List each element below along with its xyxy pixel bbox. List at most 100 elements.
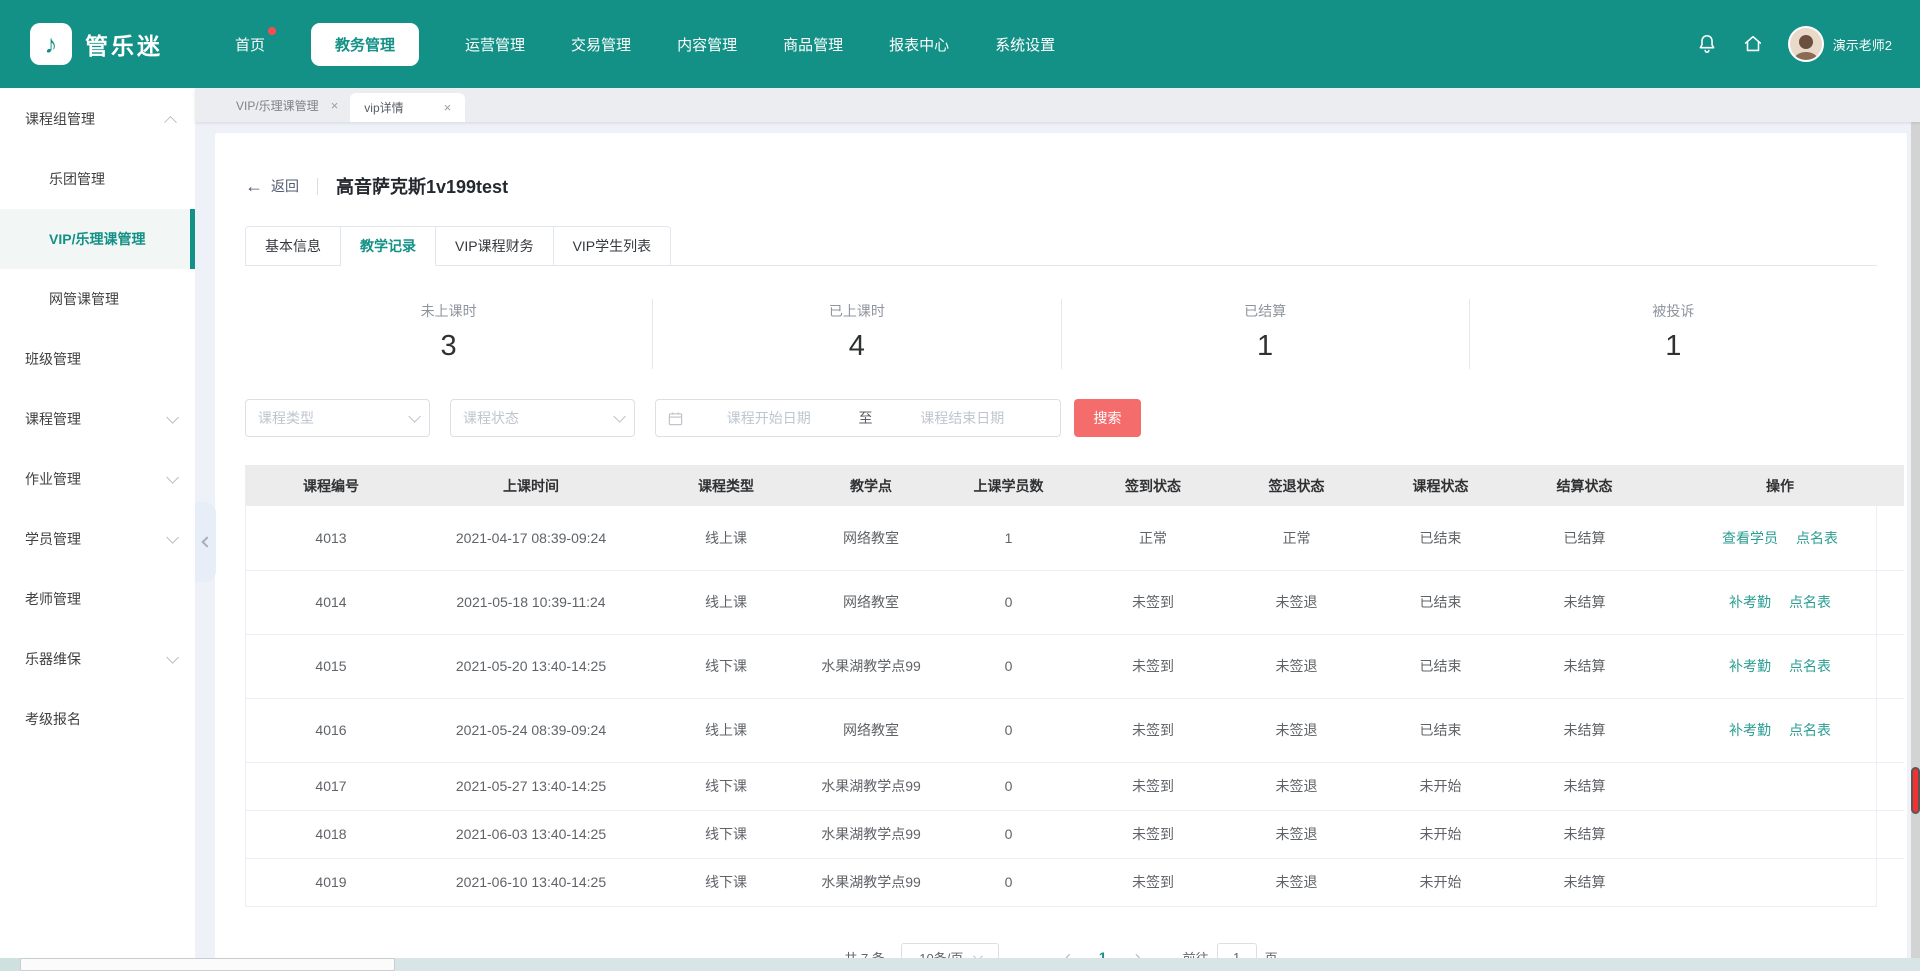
sidebar-item-courses-label: 课程管理 <box>25 409 81 429</box>
roll-call-link[interactable]: 点名表 <box>1789 594 1831 610</box>
cell-status: 已结束 <box>1368 634 1513 698</box>
bell-icon[interactable] <box>1696 33 1718 55</box>
cell-actions <box>1656 810 1904 858</box>
nav-item-home[interactable]: 首页 <box>235 34 265 55</box>
cell-time: 2021-05-18 10:39-11:24 <box>416 570 646 634</box>
cell-checkout: 未签退 <box>1225 570 1368 634</box>
makeup-attendance-link[interactable]: 补考勤 <box>1729 722 1771 738</box>
date-range-picker[interactable]: 课程开始日期 至 课程结束日期 <box>655 399 1061 437</box>
search-button[interactable]: 搜索 <box>1074 399 1141 437</box>
table-row: 40132021-04-17 08:39-09:24线上课网络教室1正常正常已结… <box>246 506 1904 570</box>
stat-value: 3 <box>245 330 652 363</box>
cell-status: 未开始 <box>1368 762 1513 810</box>
vertical-scrollbar-track[interactable] <box>1911 88 1920 958</box>
course-status-select[interactable]: 课程状态 <box>450 399 635 437</box>
cell-time: 2021-06-10 13:40-14:25 <box>416 858 646 906</box>
end-date-placeholder: 课程结束日期 <box>877 408 1049 428</box>
tab-teaching-records[interactable]: 教学记录 <box>341 226 436 266</box>
app-logo[interactable]: ♪ <box>30 23 72 65</box>
table-row: 40182021-06-03 13:40-14:25线下课水果湖教学点990未签… <box>246 810 1904 858</box>
table-row: 40192021-06-10 13:40-14:25线下课水果湖教学点990未签… <box>246 858 1904 906</box>
column-header: 课程编号 <box>246 465 416 506</box>
roll-call-link[interactable]: 点名表 <box>1789 722 1831 738</box>
chevron-down-icon <box>166 411 179 424</box>
sidebar-item-instrument-maintenance[interactable]: 乐器维保 <box>0 629 195 689</box>
notification-dot <box>268 27 276 35</box>
back-button[interactable]: ← 返回 <box>245 176 299 197</box>
nav-item-academic-admin[interactable]: 教务管理 <box>311 23 419 66</box>
cell-actions <box>1656 762 1904 810</box>
sidebar: 课程组管理乐团管理VIP/乐理课管理网管课管理班级管理课程管理作业管理学员管理老… <box>0 88 195 971</box>
vertical-scrollbar-thumb[interactable] <box>1911 767 1920 814</box>
sidebar-item-students[interactable]: 学员管理 <box>0 509 195 569</box>
nav-item-transactions[interactable]: 交易管理 <box>571 34 631 55</box>
sidebar-item-online-admin-course[interactable]: 网管课管理 <box>0 269 195 329</box>
app-shell: 课程组管理乐团管理VIP/乐理课管理网管课管理班级管理课程管理作业管理学员管理老… <box>0 88 1920 971</box>
cell-site: 水果湖教学点99 <box>806 858 936 906</box>
nav-item-content[interactable]: 内容管理 <box>677 34 737 55</box>
nav-item-operations[interactable]: 运营管理 <box>465 34 525 55</box>
user-avatar[interactable] <box>1788 26 1824 62</box>
cell-students: 0 <box>936 858 1081 906</box>
nav-item-transactions-label: 交易管理 <box>571 37 631 54</box>
cell-checkout: 未签退 <box>1225 762 1368 810</box>
window-tab-vip-detail[interactable]: vip详情× <box>350 93 465 122</box>
music-note-icon: ♪ <box>45 31 58 57</box>
tab-vip-students[interactable]: VIP学生列表 <box>554 226 672 266</box>
column-header: 教学点 <box>806 465 936 506</box>
column-header: 上课学员数 <box>936 465 1081 506</box>
horizontal-scrollbar-thumb[interactable] <box>20 958 395 971</box>
sidebar-item-homework[interactable]: 作业管理 <box>0 449 195 509</box>
window-tab-vip-course[interactable]: VIP/乐理课管理× <box>224 88 350 122</box>
chevron-down-icon <box>408 410 421 423</box>
cell-type: 线下课 <box>646 634 806 698</box>
sidebar-item-orchestra[interactable]: 乐团管理 <box>0 149 195 209</box>
sidebar-item-classes[interactable]: 班级管理 <box>0 329 195 389</box>
home-icon[interactable] <box>1742 33 1764 55</box>
nav-item-goods[interactable]: 商品管理 <box>783 34 843 55</box>
sidebar-collapse-handle[interactable] <box>195 502 216 582</box>
tab-vip-finance[interactable]: VIP课程财务 <box>436 226 554 266</box>
range-separator: 至 <box>855 408 877 428</box>
makeup-attendance-link[interactable]: 补考勤 <box>1729 658 1771 674</box>
cell-checkout: 未签退 <box>1225 698 1368 762</box>
roll-call-link[interactable]: 点名表 <box>1796 530 1838 546</box>
user-name[interactable]: 演示老师2 <box>1833 35 1892 54</box>
view-students-link[interactable]: 查看学员 <box>1722 530 1778 546</box>
close-icon[interactable]: × <box>444 100 452 115</box>
sidebar-item-classes-label: 班级管理 <box>25 349 81 369</box>
cell-checkin: 未签到 <box>1081 634 1225 698</box>
cell-site: 网络教室 <box>806 506 936 570</box>
nav-item-reports[interactable]: 报表中心 <box>889 34 949 55</box>
cell-actions <box>1656 858 1904 906</box>
cell-students: 0 <box>936 698 1081 762</box>
content-area: ← 返回 高音萨克斯1v199test 基本信息教学记录VIP课程财务VIP学生… <box>195 122 1920 971</box>
cell-type: 线上课 <box>646 570 806 634</box>
sidebar-item-courses[interactable]: 课程管理 <box>0 389 195 449</box>
cell-id: 4019 <box>246 858 416 906</box>
roll-call-link[interactable]: 点名表 <box>1789 658 1831 674</box>
start-date-placeholder: 课程开始日期 <box>683 408 855 428</box>
stat-label: 已结算 <box>1062 301 1469 321</box>
chevron-left-icon <box>201 536 212 547</box>
cell-time: 2021-06-03 13:40-14:25 <box>416 810 646 858</box>
cell-time: 2021-04-17 08:39-09:24 <box>416 506 646 570</box>
tab-basic-info[interactable]: 基本信息 <box>245 226 341 266</box>
cell-settle: 未结算 <box>1513 570 1656 634</box>
stats-row: 未上课时3已上课时4已结算1被投诉1 <box>245 299 1877 369</box>
sidebar-item-exam-registration[interactable]: 考级报名 <box>0 689 195 749</box>
horizontal-scrollbar-track[interactable] <box>0 958 1920 971</box>
makeup-attendance-link[interactable]: 补考勤 <box>1729 594 1771 610</box>
stat-box: 被投诉1 <box>1470 299 1877 369</box>
nav-item-academic-admin-label: 教务管理 <box>335 37 395 54</box>
close-icon[interactable]: × <box>331 98 339 113</box>
cell-status: 已结束 <box>1368 506 1513 570</box>
sidebar-item-course-groups[interactable]: 课程组管理 <box>0 89 195 149</box>
sidebar-item-teachers[interactable]: 老师管理 <box>0 569 195 629</box>
course-type-select[interactable]: 课程类型 <box>245 399 430 437</box>
cell-type: 线上课 <box>646 698 806 762</box>
cell-type: 线上课 <box>646 506 806 570</box>
sidebar-item-vip-music-theory[interactable]: VIP/乐理课管理 <box>0 209 195 269</box>
column-header: 结算状态 <box>1513 465 1656 506</box>
nav-item-system-settings[interactable]: 系统设置 <box>995 34 1055 55</box>
